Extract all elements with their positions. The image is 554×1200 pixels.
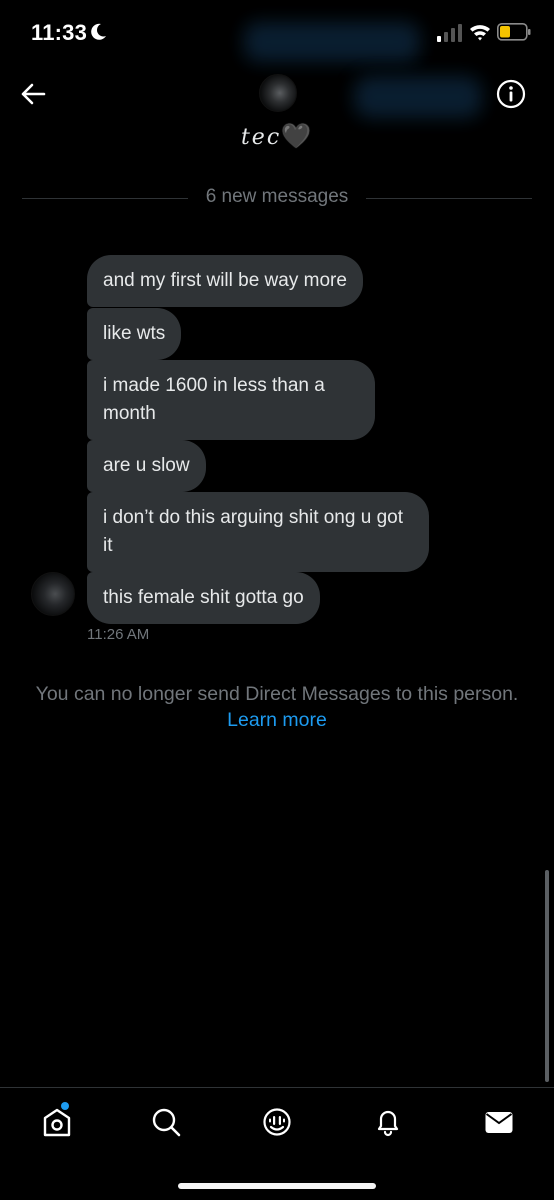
dm-disabled-notice: You can no longer send Direct Messages t… <box>35 683 519 705</box>
wifi-icon <box>470 25 490 41</box>
new-messages-divider: 6 new messages <box>205 186 349 207</box>
name-text: tec <box>240 125 282 150</box>
home-indicator[interactable] <box>178 1183 376 1189</box>
search-icon[interactable] <box>151 1106 181 1138</box>
notification-dot <box>61 1102 69 1110</box>
conversation-name[interactable]: tec🖤 <box>0 122 554 150</box>
spaces-icon[interactable] <box>262 1106 292 1138</box>
learn-more-link[interactable]: Learn more <box>0 706 554 734</box>
message-bubble[interactable]: i made 1600 in less than a month <box>87 360 375 440</box>
home-icon[interactable] <box>42 1106 72 1138</box>
sender-avatar[interactable] <box>31 572 75 616</box>
message-timestamp: 11:26 AM <box>87 626 150 643</box>
nav-divider <box>0 1087 554 1088</box>
moon-icon <box>91 23 106 40</box>
blurred-region <box>244 22 420 62</box>
status-time: 11:33 <box>31 20 88 45</box>
battery-icon <box>497 23 531 41</box>
message-bubble[interactable]: like wts <box>87 308 182 360</box>
bell-icon[interactable] <box>373 1106 403 1138</box>
message-bubble[interactable]: are u slow <box>87 440 206 492</box>
heart-emoji: 🖤 <box>281 122 314 150</box>
back-arrow-icon[interactable] <box>20 82 46 106</box>
info-icon[interactable] <box>496 79 526 109</box>
message-bubble[interactable]: i don’t do this arguing shit ong u got i… <box>87 492 429 572</box>
blurred-region <box>354 76 482 118</box>
mail-icon[interactable] <box>484 1106 514 1138</box>
cellular-signal-icon <box>437 24 462 42</box>
scrollbar[interactable] <box>545 870 549 1082</box>
conversation-avatar[interactable] <box>259 74 297 112</box>
message-bubble[interactable]: this female shit gotta go <box>87 572 320 624</box>
message-bubble[interactable]: and my first will be way more <box>87 255 363 307</box>
